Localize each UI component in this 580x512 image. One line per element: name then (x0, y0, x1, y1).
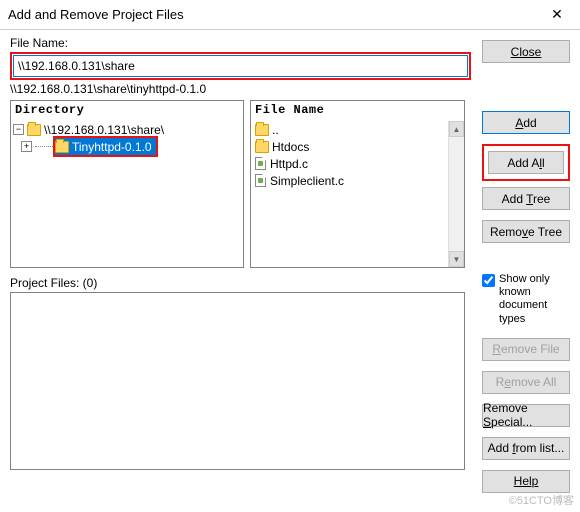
folder-icon (55, 141, 69, 153)
addall-highlight: Add All (482, 144, 570, 181)
add-from-list-button[interactable]: Add from list... (482, 437, 570, 460)
remove-tree-button[interactable]: Remove Tree (482, 220, 570, 243)
add-tree-button[interactable]: Add Tree (482, 187, 570, 210)
file-label: Httpd.c (270, 157, 308, 171)
file-icon (255, 174, 266, 187)
file-label: Simpleclient.c (270, 174, 344, 188)
titlebar: Add and Remove Project Files ✕ (0, 0, 580, 30)
remove-all-button: Remove All (482, 371, 570, 394)
scrollbar[interactable]: ▲ ▼ (448, 121, 464, 267)
window-title: Add and Remove Project Files (8, 7, 542, 22)
tree-child-label: Tinyhttpd-0.1.0 (72, 140, 152, 154)
checkbox-input[interactable] (482, 274, 495, 287)
file-list[interactable]: .. Htdocs Httpd.c Simpleclient.c (251, 119, 464, 191)
file-label: Htdocs (272, 140, 309, 154)
filename-input[interactable] (13, 55, 468, 77)
file-label: .. (272, 123, 279, 137)
buttons-column: Close Add Add All Add Tree Remove Tree S… (482, 40, 570, 493)
checkbox-label: Show only known document types (499, 273, 570, 326)
scroll-up-icon[interactable]: ▲ (449, 121, 464, 137)
list-item[interactable]: .. (255, 121, 460, 138)
add-all-button[interactable]: Add All (488, 151, 564, 174)
expand-icon[interactable]: + (21, 141, 32, 152)
directory-tree[interactable]: − \\192.168.0.131\share\ + Tinyhttpd-0.1… (11, 119, 243, 157)
add-button[interactable]: Add (482, 111, 570, 134)
file-icon (255, 157, 266, 170)
scroll-track[interactable] (449, 137, 464, 251)
remove-file-button: Remove File (482, 338, 570, 361)
directory-panel: Directory − \\192.168.0.131\share\ + Tin… (10, 100, 244, 268)
help-button[interactable]: Help (482, 470, 570, 493)
folder-icon (255, 141, 269, 153)
project-files-list[interactable] (10, 292, 465, 470)
filelist-header: File Name (251, 101, 464, 119)
show-known-types-checkbox[interactable]: Show only known document types (482, 273, 570, 326)
tree-connector (35, 146, 53, 147)
list-item[interactable]: Simpleclient.c (255, 172, 460, 189)
folder-icon (255, 124, 269, 136)
scroll-down-icon[interactable]: ▼ (449, 251, 464, 267)
remove-special-button[interactable]: Remove Special... (482, 404, 570, 427)
filelist-panel: File Name .. Htdocs Httpd.c Simpleclient… (250, 100, 465, 268)
filename-highlight (10, 52, 471, 80)
tree-root-label: \\192.168.0.131\share\ (44, 123, 164, 137)
list-item[interactable]: Htdocs (255, 138, 460, 155)
directory-header: Directory (11, 101, 243, 119)
tree-child-row[interactable]: + Tinyhttpd-0.1.0 (13, 138, 241, 155)
collapse-icon[interactable]: − (13, 124, 24, 135)
close-icon[interactable]: ✕ (542, 6, 572, 23)
folder-icon (27, 124, 41, 136)
close-button[interactable]: Close (482, 40, 570, 63)
list-item[interactable]: Httpd.c (255, 155, 460, 172)
watermark: ©51CTO博客 (509, 492, 574, 508)
tree-selection-highlight: Tinyhttpd-0.1.0 (53, 136, 158, 157)
